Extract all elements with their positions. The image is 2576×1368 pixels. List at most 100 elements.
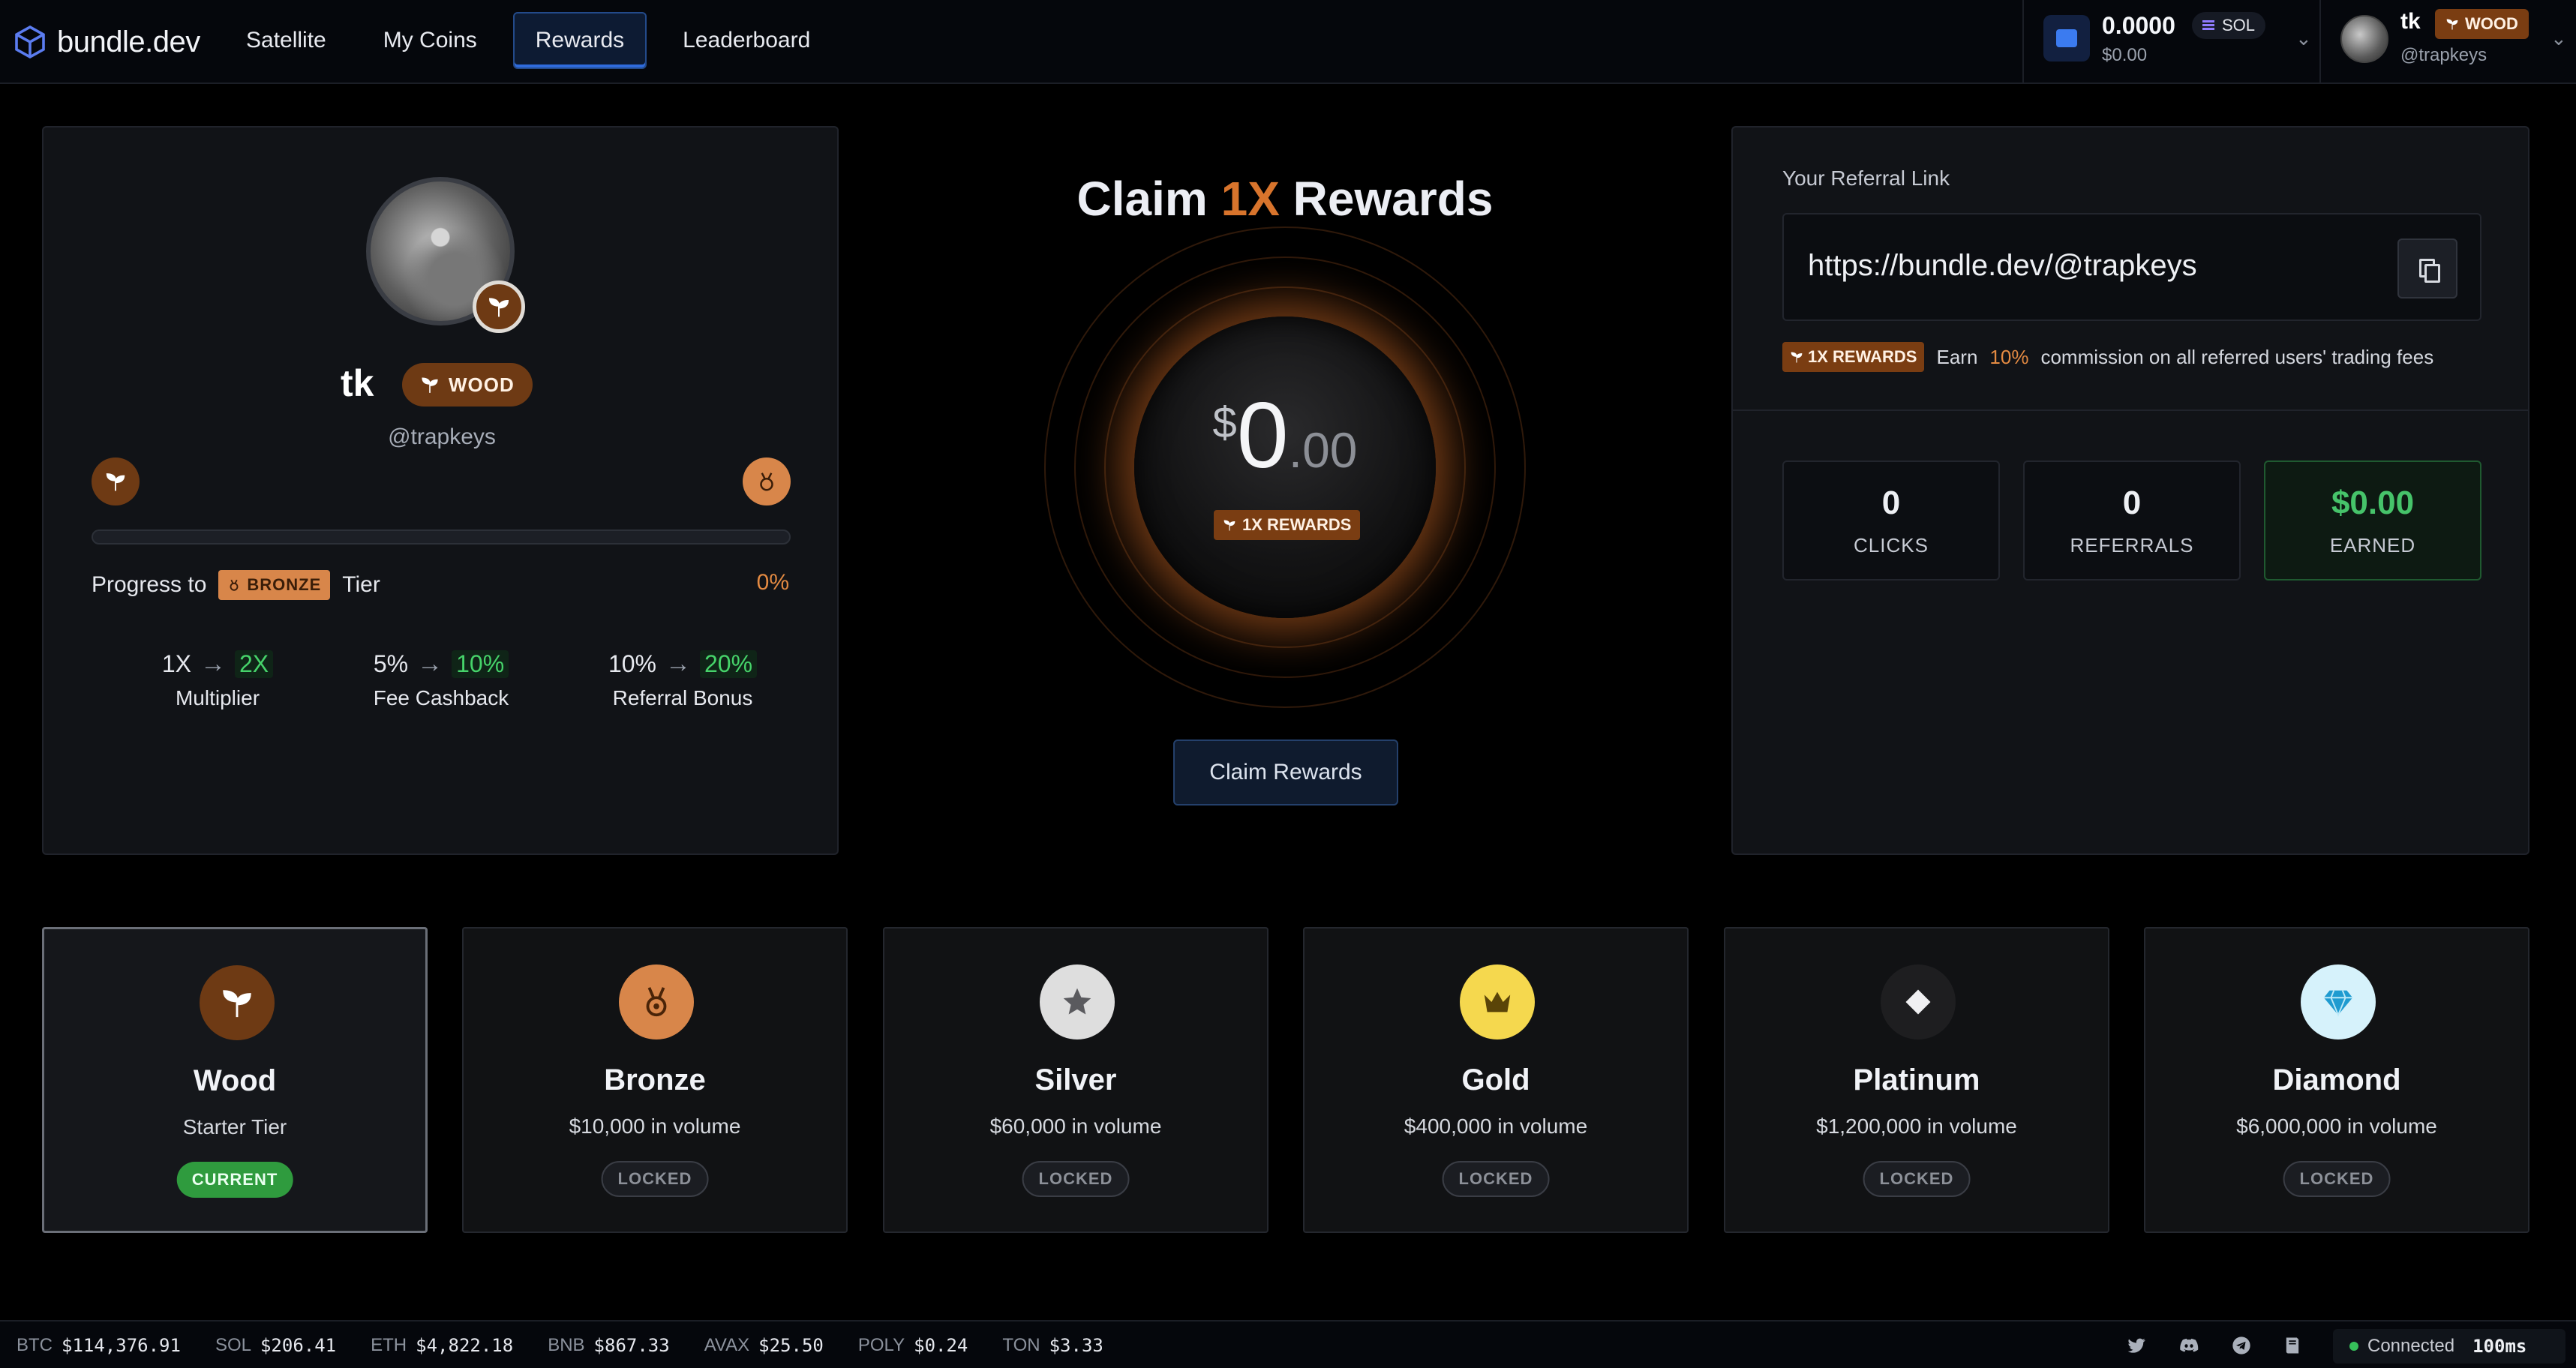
user-menu[interactable]: tk WOOD @trapkeys ⌄ [2322, 0, 2576, 82]
latency-value: 100ms [2472, 1336, 2527, 1357]
claim-title-post: Rewards [1293, 172, 1494, 226]
copy-link-button[interactable] [2397, 238, 2457, 298]
tier-badge: WOOD [2435, 9, 2529, 39]
tier-card-platinum[interactable]: Platinum $1,200,000 in volume LOCKED [1724, 927, 2109, 1233]
currency-chip[interactable]: SOL [2192, 12, 2266, 39]
claim-title-multiplier: 1X [1220, 172, 1280, 226]
referral-link-field[interactable]: https://bundle.dev/@trapkeys [1782, 213, 2481, 321]
tier-icon-bg [1040, 964, 1115, 1040]
next-tier-marker [743, 458, 791, 506]
earn-suffix: commission on all referred users' tradin… [2040, 345, 2434, 368]
brand-logo[interactable]: bundle.dev [12, 21, 200, 63]
arrow-right-icon: → [200, 650, 226, 678]
currency-label: SOL [2222, 16, 2256, 34]
user-name: tk [2400, 9, 2421, 34]
tier-card-silver[interactable]: Silver $60,000 in volume LOCKED [883, 927, 1268, 1233]
tier-desc: $60,000 in volume [989, 1114, 1162, 1138]
solana-icon [2202, 20, 2214, 31]
ticker-symbol: AVAX [704, 1335, 750, 1355]
tier-status-badge: LOCKED [1022, 1161, 1130, 1197]
tier-desc: $6,000,000 in volume [2236, 1114, 2437, 1138]
ticker-list: BTC $114,376.91 SOL $206.41 ETH $4,822.18 B… [17, 1335, 1103, 1356]
clicks-value: 0 [1881, 484, 1901, 521]
nav-rewards[interactable]: Rewards [512, 12, 647, 69]
sprout-icon [106, 473, 125, 491]
referrals-stat: 0 REFERRALS [2023, 460, 2241, 580]
nav-leaderboard[interactable]: Leaderboard [662, 12, 831, 69]
stat-multiplier: 1X → 2X Multiplier [105, 650, 330, 710]
divider [1733, 410, 2528, 411]
ticker-symbol: BNB [548, 1335, 585, 1355]
ticker-price: $3.33 [1049, 1335, 1103, 1356]
cube-logo-icon [15, 25, 45, 59]
discord-link[interactable] [2177, 1334, 2201, 1358]
wallet-dropdown[interactable]: 0.0000 $0.00 SOL ⌄ [2022, 0, 2321, 82]
medal-icon [760, 472, 773, 491]
sprout-icon [422, 377, 438, 393]
tier-card-bronze[interactable]: Bronze $10,000 in volume LOCKED [462, 927, 848, 1233]
main-nav: Satellite My Coins Rewards Leaderboard [225, 12, 831, 69]
referral-panel: Your Referral Link https://bundle.dev/@t… [1731, 126, 2529, 855]
sprout-icon [1791, 352, 1803, 363]
sprout-icon [488, 298, 509, 317]
chevron-down-icon: ⌄ [2550, 27, 2567, 50]
book-icon [2286, 1337, 2299, 1354]
stat-from: 5% [373, 650, 409, 677]
profile-tier-label: WOOD [449, 373, 515, 396]
discord-icon [2180, 1338, 2199, 1352]
sprout-icon [2446, 19, 2458, 30]
tier-icon-bg [619, 964, 694, 1040]
copy-icon [2419, 259, 2440, 283]
arrow-right-icon: → [665, 650, 691, 678]
twitter-link[interactable] [2124, 1334, 2148, 1358]
telegram-link[interactable] [2229, 1334, 2253, 1358]
earned-label: EARNED [2329, 534, 2416, 556]
sprout-icon [223, 990, 251, 1018]
twitter-icon [2127, 1338, 2145, 1353]
claim-rewards-button[interactable]: Claim Rewards [1173, 740, 1398, 806]
ticker-item[interactable]: ETH $4,822.18 [371, 1335, 513, 1356]
tier-desc: $1,200,000 in volume [1816, 1114, 2017, 1138]
amount-integer: 0 [1236, 384, 1289, 488]
star-icon [1063, 988, 1091, 1015]
ticker-item[interactable]: BTC $114,376.91 [17, 1335, 181, 1356]
progress-label: Progress to BRONZE Tier [92, 570, 380, 600]
tier-name: Wood [193, 1064, 277, 1097]
tier-card-wood[interactable]: Wood Starter Tier CURRENT [42, 927, 428, 1233]
tier-status-badge: LOCKED [2283, 1161, 2391, 1197]
stat-from: 1X [161, 650, 191, 677]
ticker-price: $0.24 [914, 1335, 968, 1356]
referral-info: 1X REWARDS Earn 10% commission on all re… [1782, 342, 2433, 372]
stat-fee-cashback: 5% → 10% Fee Cashback [329, 650, 554, 710]
docs-link[interactable] [2280, 1334, 2304, 1358]
ticker-item[interactable]: TON $3.33 [1002, 1335, 1103, 1356]
user-handle: @trapkeys [2400, 45, 2487, 65]
earn-prefix: Earn [1936, 345, 1978, 368]
avatar-tier-badge [473, 280, 525, 333]
stat-name: Multiplier [175, 686, 260, 710]
ticker-item[interactable]: BNB $867.33 [548, 1335, 670, 1356]
profile-panel: tk WOOD @trapkeys Progress to BRONZE Tie… [42, 126, 839, 855]
tier-name: Platinum [1853, 1064, 1980, 1096]
nav-my-coins[interactable]: My Coins [362, 12, 498, 69]
referral-rewards-badge: 1X REWARDS [1782, 342, 1925, 372]
ticker-symbol: ETH [371, 1335, 407, 1355]
ticker-item[interactable]: POLY $0.24 [858, 1335, 968, 1356]
tier-card-gold[interactable]: Gold $400,000 in volume LOCKED [1303, 927, 1689, 1233]
tier-name: Silver [1034, 1064, 1117, 1096]
earned-value: $0.00 [2331, 484, 2415, 521]
diamond-shape-icon [1905, 989, 1931, 1015]
tier-card-diamond[interactable]: Diamond $6,000,000 in volume LOCKED [2144, 927, 2529, 1233]
progress-percent: 0% [756, 570, 789, 595]
tier-icon-bg [1460, 964, 1535, 1040]
amount-decimal: .00 [1288, 422, 1358, 478]
referral-url[interactable]: https://bundle.dev/@trapkeys [1808, 249, 2197, 283]
rewards-badge-label: 1X REWARDS [1242, 515, 1352, 534]
ticker-item[interactable]: SOL $206.41 [215, 1335, 336, 1356]
referral-title: Your Referral Link [1782, 166, 1950, 190]
nav-satellite[interactable]: Satellite [225, 12, 347, 69]
sprout-icon [1223, 520, 1235, 531]
tier-name: Diamond [2272, 1064, 2401, 1096]
ticker-item[interactable]: AVAX $25.50 [704, 1335, 824, 1356]
gem-icon [2323, 990, 2353, 1017]
